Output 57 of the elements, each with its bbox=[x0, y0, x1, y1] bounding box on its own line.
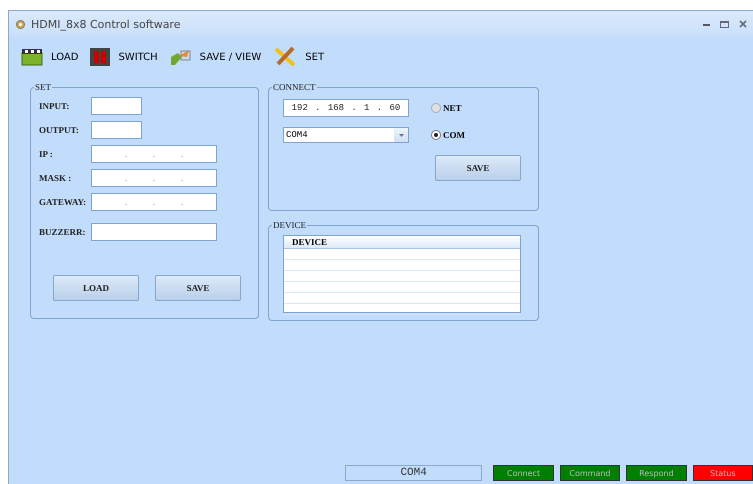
input-field[interactable] bbox=[91, 223, 217, 241]
toolbar-button[interactable]: SWITCH bbox=[90, 48, 158, 66]
port-display: COM4 bbox=[345, 465, 482, 481]
panel-button[interactable]: SAVE bbox=[155, 275, 241, 301]
ip-separator: . bbox=[124, 174, 128, 182]
status-indicator: Status bbox=[692, 465, 753, 481]
ip-separator: . bbox=[152, 174, 156, 182]
radio-button[interactable]: COM bbox=[431, 130, 465, 140]
ip-separator: . bbox=[124, 198, 128, 206]
panel-title: DEVICE bbox=[272, 221, 307, 229]
status-indicator: Respond bbox=[626, 465, 687, 481]
panel-title: CONNECT bbox=[272, 83, 316, 91]
column-header: DEVICE bbox=[284, 236, 520, 249]
ip-part: 1 bbox=[364, 103, 370, 113]
input-field[interactable] bbox=[91, 121, 142, 139]
film-icon bbox=[90, 48, 110, 66]
ip-part: . bbox=[376, 103, 382, 113]
field-label: GATEWAY: bbox=[39, 197, 88, 207]
field-label: IP : bbox=[39, 149, 54, 159]
ip-field[interactable]: . . . bbox=[91, 145, 217, 163]
panel-button[interactable]: LOAD bbox=[53, 275, 139, 301]
ip-field[interactable]: . . . bbox=[91, 169, 217, 187]
field-label: MASK : bbox=[39, 173, 72, 183]
toolbar-button[interactable]: SET bbox=[273, 46, 324, 68]
radio-button[interactable]: NET bbox=[431, 103, 462, 113]
ip-part: 192 bbox=[292, 103, 308, 113]
minimize-icon[interactable] bbox=[703, 22, 710, 26]
radio-dot[interactable] bbox=[431, 130, 441, 140]
ip-part: 168 bbox=[328, 103, 344, 113]
caret-icon bbox=[398, 134, 404, 136]
ip-field[interactable]: . . . bbox=[91, 193, 217, 211]
ip-separator: . bbox=[180, 150, 184, 158]
radio-dot[interactable] bbox=[431, 103, 441, 113]
toolbar-button[interactable]: LOAD bbox=[21, 48, 78, 66]
panel-title: SET bbox=[34, 83, 52, 91]
window-title: HDMI_8x8 Control software bbox=[31, 18, 180, 30]
ip-separator: . bbox=[180, 174, 184, 182]
field-label: INPUT: bbox=[39, 101, 70, 111]
ip-separator: . bbox=[124, 150, 128, 158]
status-indicator: Command bbox=[560, 465, 620, 481]
field-label: OUTPUT: bbox=[39, 125, 80, 135]
clapperboard-icon bbox=[21, 48, 43, 66]
port-dropdown[interactable]: COM4 bbox=[283, 127, 409, 143]
maximize-icon[interactable] bbox=[720, 20, 729, 28]
input-field[interactable] bbox=[91, 97, 142, 115]
ip-separator: . bbox=[152, 150, 156, 158]
toolbar-button[interactable]: SAVE / VIEW bbox=[170, 48, 262, 66]
ip-separator: . bbox=[152, 198, 156, 206]
ip-part: . bbox=[351, 103, 357, 113]
ip-address-field[interactable]: 192 . 168 . 1 . 60 bbox=[283, 99, 409, 117]
ip-part: 60 bbox=[389, 103, 400, 113]
ip-part: . bbox=[315, 103, 321, 113]
ip-separator: . bbox=[180, 198, 184, 206]
field-label: BUZZERR: bbox=[39, 227, 87, 237]
status-indicator: Connect bbox=[493, 465, 554, 481]
close-icon[interactable] bbox=[739, 20, 747, 28]
save-button[interactable]: SAVE bbox=[435, 155, 521, 181]
